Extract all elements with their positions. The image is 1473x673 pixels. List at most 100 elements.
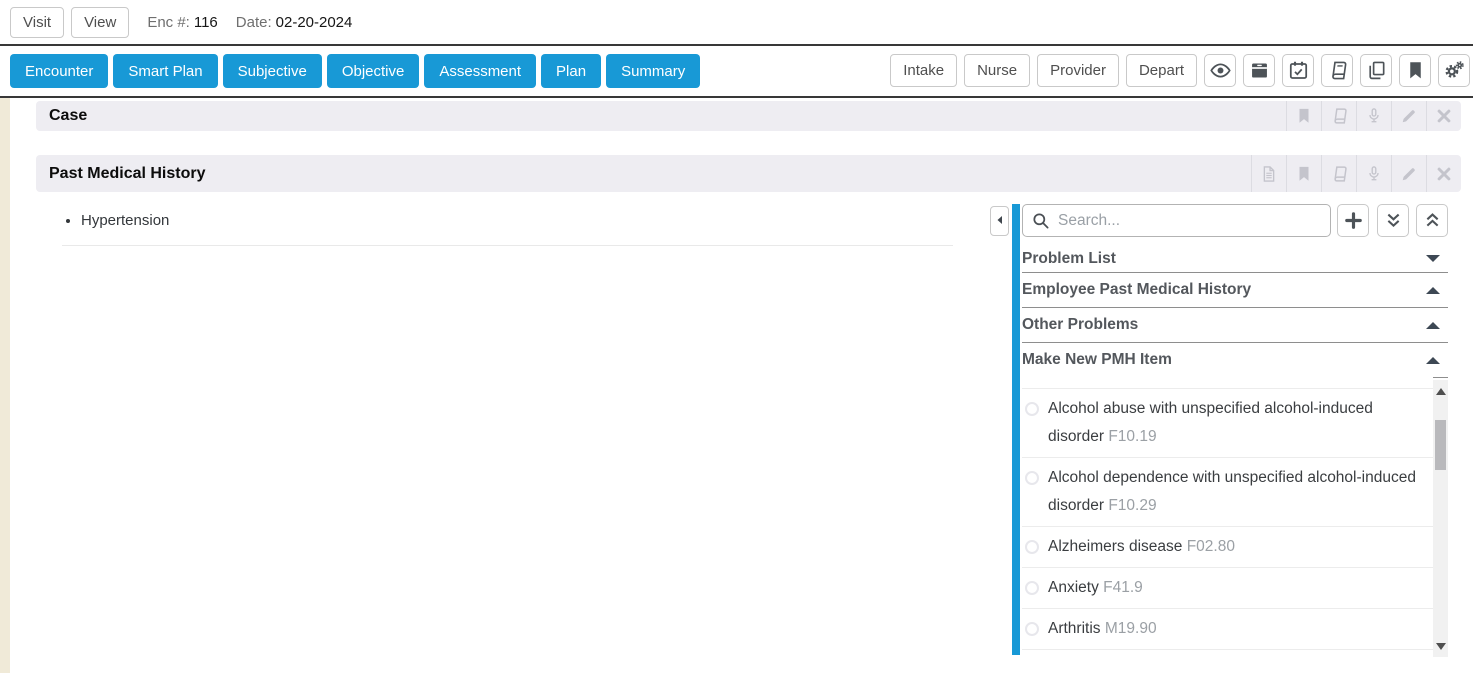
panel-collapse-button[interactable]: [990, 206, 1009, 236]
list-scrollbar[interactable]: [1433, 380, 1448, 657]
tab-plan[interactable]: Plan: [541, 54, 601, 88]
group-make-new-pmh[interactable]: Make New PMH Item: [1022, 343, 1448, 378]
bookmark-icon[interactable]: [1286, 101, 1321, 131]
pmh-options-list: AIDS B20 Alcohol abuse with unspecified …: [1022, 377, 1433, 657]
tab-summary[interactable]: Summary: [606, 54, 700, 88]
scroll-down-arrow-icon[interactable]: [1433, 639, 1448, 653]
panel-search: [1022, 204, 1331, 237]
archive-button[interactable]: [1243, 54, 1275, 87]
group-label: Other Problems: [1022, 316, 1138, 334]
scroll-up-arrow-icon[interactable]: [1433, 384, 1448, 398]
bookmark-button[interactable]: [1399, 54, 1431, 87]
radio-icon[interactable]: [1025, 402, 1039, 416]
list-item-arthritis[interactable]: Arthritis M19.90: [1022, 609, 1433, 650]
group-label: Employee Past Medical History: [1022, 281, 1251, 299]
eye-icon: [1210, 60, 1231, 81]
scrollbar-thumb[interactable]: [1435, 420, 1446, 470]
list-item-anxiety[interactable]: Anxiety F41.9: [1022, 568, 1433, 609]
toolbar: Encounter Smart Plan Subjective Objectiv…: [0, 46, 1473, 98]
view-button[interactable]: View: [71, 7, 129, 38]
bookmark-icon[interactable]: [1286, 155, 1321, 192]
search-input[interactable]: [1022, 204, 1331, 237]
chevron-left-icon: [994, 214, 1006, 229]
enc-value: 116: [194, 14, 218, 31]
double-chevron-down-icon: [1384, 211, 1403, 230]
provider-button[interactable]: Provider: [1037, 54, 1119, 87]
plus-icon: [1344, 211, 1363, 230]
option-code: M19.90: [1105, 620, 1157, 637]
panel-divider-bar[interactable]: [1012, 204, 1020, 655]
visit-button[interactable]: Visit: [10, 7, 64, 38]
copy-button[interactable]: [1360, 54, 1392, 87]
left-margin-strip: [0, 98, 10, 673]
document-icon[interactable]: [1251, 155, 1286, 192]
close-x-icon[interactable]: [1426, 101, 1461, 131]
pencil-icon[interactable]: [1391, 155, 1426, 192]
group-label: Problem List: [1022, 250, 1116, 268]
caret-up-icon: [1426, 322, 1440, 329]
group-problem-list[interactable]: Problem List: [1022, 245, 1448, 273]
collapse-all-button[interactable]: [1416, 204, 1448, 237]
radio-icon[interactable]: [1025, 540, 1039, 554]
list-item-alcohol-dependence[interactable]: Alcohol dependence with unspecified alco…: [1022, 458, 1433, 527]
pencil-icon[interactable]: [1391, 101, 1426, 131]
intake-button[interactable]: Intake: [890, 54, 957, 87]
tab-encounter[interactable]: Encounter: [10, 54, 108, 88]
caret-up-icon: [1426, 287, 1440, 294]
pmh-title: Past Medical History: [36, 165, 206, 183]
case-title: Case: [36, 107, 87, 125]
option-name: Alzheimers disease: [1048, 538, 1182, 555]
radio-icon[interactable]: [1025, 622, 1039, 636]
option-name: Arthritis: [1048, 620, 1101, 637]
depart-button[interactable]: Depart: [1126, 54, 1197, 87]
section-tabs: Encounter Smart Plan Subjective Objectiv…: [10, 54, 700, 88]
pmh-section-header: Past Medical History: [36, 155, 1461, 192]
pmh-entry-hypertension[interactable]: Hypertension: [81, 210, 953, 231]
caret-down-icon: [1426, 255, 1440, 262]
tab-objective[interactable]: Objective: [327, 54, 420, 88]
option-code: F41.9: [1103, 579, 1143, 596]
eye-button[interactable]: [1204, 54, 1236, 87]
encounter-number: Enc #:116: [147, 14, 217, 31]
tab-subjective[interactable]: Subjective: [223, 54, 322, 88]
group-label: Make New PMH Item: [1022, 351, 1172, 369]
tab-smart-plan[interactable]: Smart Plan: [113, 54, 217, 88]
nurse-button[interactable]: Nurse: [964, 54, 1030, 87]
double-chevron-up-icon: [1423, 211, 1442, 230]
tab-assessment[interactable]: Assessment: [424, 54, 536, 88]
copy-pages-icon: [1366, 60, 1387, 81]
close-x-icon[interactable]: [1426, 155, 1461, 192]
option-name: Alcohol abuse with unspecified alcohol-i…: [1048, 400, 1373, 445]
group-employee-pmh[interactable]: Employee Past Medical History: [1022, 273, 1448, 308]
book-icon[interactable]: [1321, 155, 1356, 192]
list-item-alzheimers[interactable]: Alzheimers disease F02.80: [1022, 527, 1433, 568]
settings-button[interactable]: [1438, 54, 1470, 87]
add-problem-button[interactable]: [1337, 204, 1369, 237]
list-item-alcohol-abuse[interactable]: Alcohol abuse with unspecified alcohol-i…: [1022, 389, 1433, 458]
bookmark-icon: [1405, 60, 1426, 81]
radio-icon[interactable]: [1025, 581, 1039, 595]
top-bar: Visit View Enc #:116 Date:02-20-2024: [0, 0, 1473, 46]
date-label: Date:: [236, 14, 272, 31]
case-section-actions: [1286, 101, 1461, 131]
caret-up-icon: [1426, 357, 1440, 364]
ledger-button[interactable]: [1321, 54, 1353, 87]
option-code: F10.29: [1108, 497, 1156, 514]
enc-label: Enc #:: [147, 14, 190, 31]
book-icon[interactable]: [1321, 101, 1356, 131]
book-icon: [1327, 60, 1348, 81]
archive-box-icon: [1249, 60, 1270, 81]
toolbar-right-actions: Intake Nurse Provider Depart: [890, 54, 1470, 87]
pmh-section-actions: [1251, 155, 1461, 192]
group-other-problems[interactable]: Other Problems: [1022, 308, 1448, 343]
microphone-icon[interactable]: [1356, 101, 1391, 131]
panel-groups: Problem List Employee Past Medical Histo…: [1022, 245, 1448, 378]
option-code: F10.19: [1108, 428, 1156, 445]
list-item-aids[interactable]: AIDS B20: [1022, 377, 1433, 389]
microphone-icon[interactable]: [1356, 155, 1391, 192]
calendar-button[interactable]: [1282, 54, 1314, 87]
expand-all-button[interactable]: [1377, 204, 1409, 237]
radio-icon[interactable]: [1025, 471, 1039, 485]
pmh-item-list: Hypertension: [62, 210, 953, 246]
calendar-check-icon: [1288, 60, 1309, 81]
